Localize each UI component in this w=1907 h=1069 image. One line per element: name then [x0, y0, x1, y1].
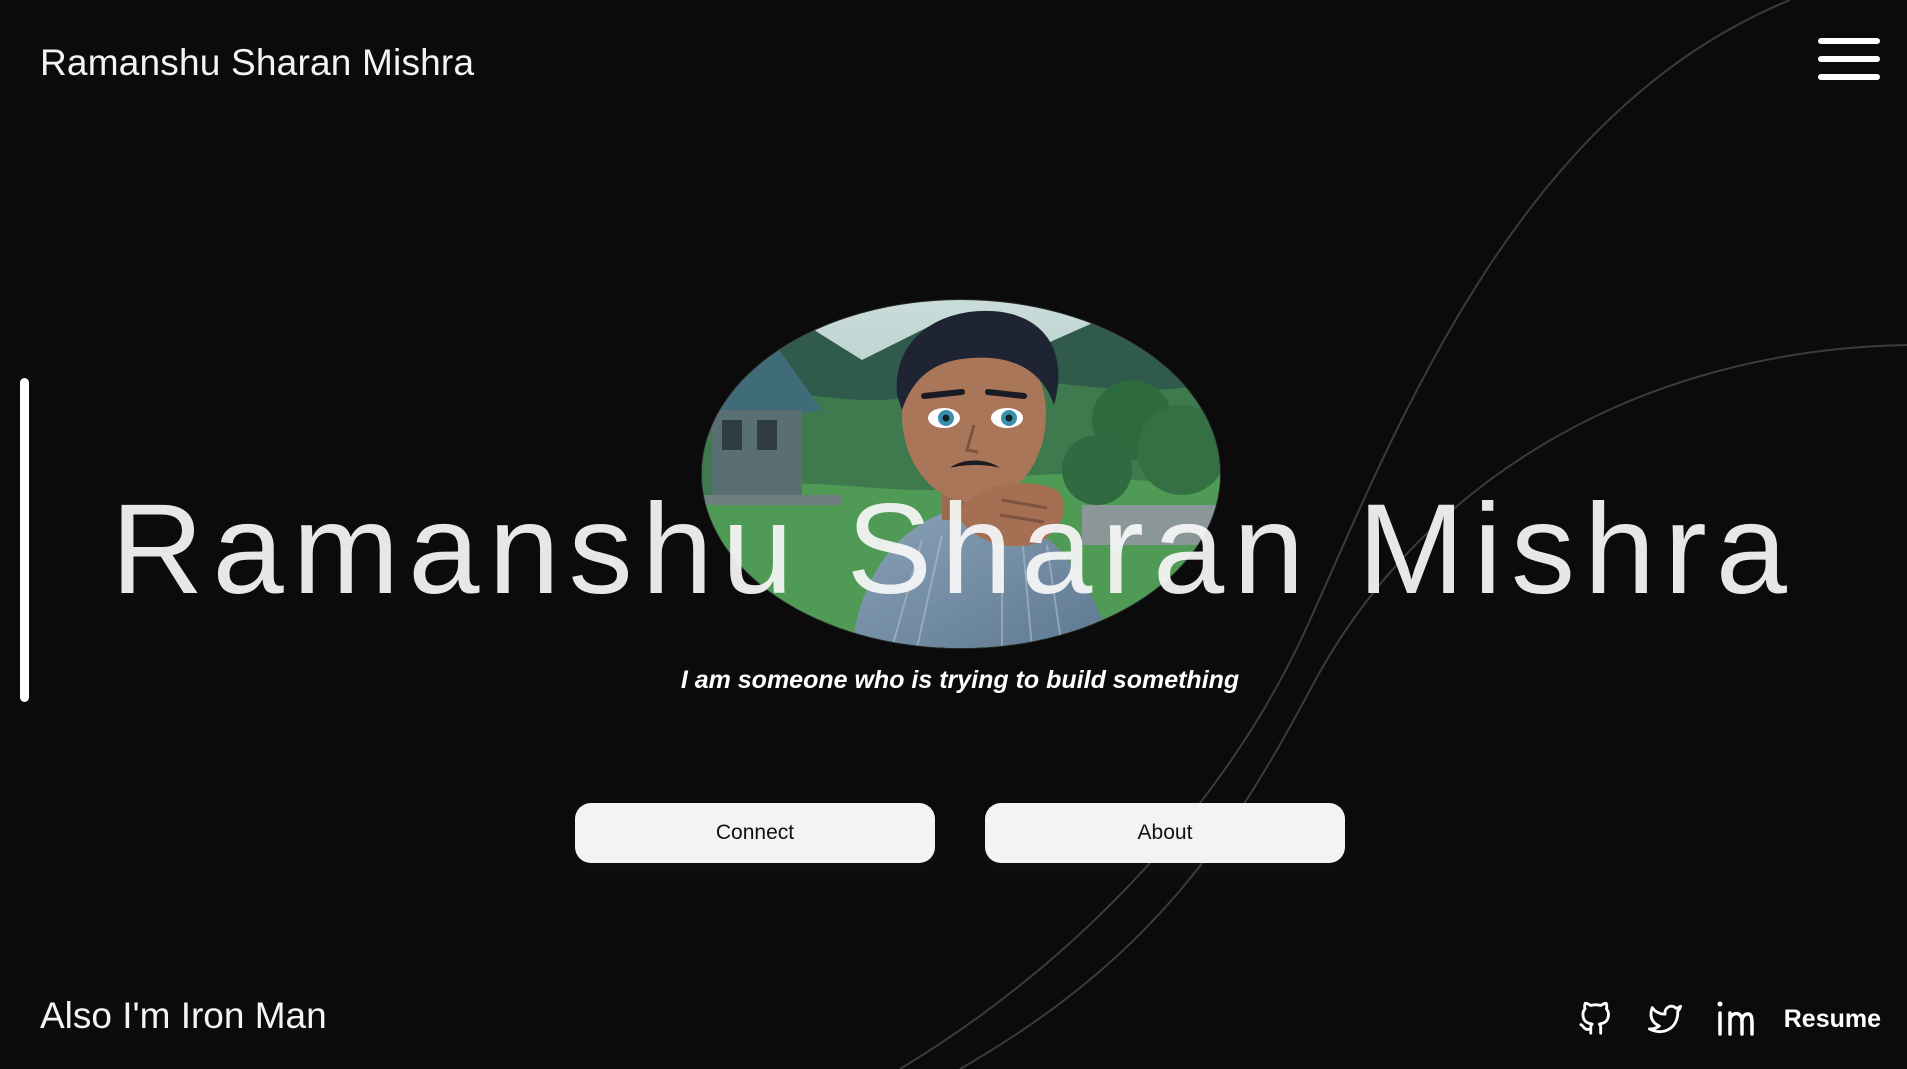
- landing-page: Ramanshu Sharan Mishra Ramanshu Sharan M…: [0, 0, 1907, 1069]
- about-button[interactable]: About: [985, 803, 1345, 863]
- github-icon[interactable]: [1574, 998, 1616, 1040]
- hamburger-menu-icon[interactable]: [1818, 38, 1880, 82]
- hero-tagline: I am someone who is trying to build some…: [680, 666, 1240, 694]
- resume-link[interactable]: Resume: [1784, 1005, 1881, 1034]
- social-links: Resume: [1574, 998, 1881, 1040]
- linkedin-icon[interactable]: [1714, 998, 1756, 1040]
- footer-quote: Also I'm Iron Man: [40, 995, 327, 1036]
- connect-button[interactable]: Connect: [575, 803, 935, 863]
- menu-bar: [1818, 38, 1880, 44]
- menu-bar: [1818, 56, 1880, 62]
- site-brand[interactable]: Ramanshu Sharan Mishra: [40, 42, 474, 84]
- menu-bar: [1818, 74, 1880, 80]
- twitter-icon[interactable]: [1644, 998, 1686, 1040]
- hero-name: Ramanshu Sharan Mishra: [111, 478, 1796, 621]
